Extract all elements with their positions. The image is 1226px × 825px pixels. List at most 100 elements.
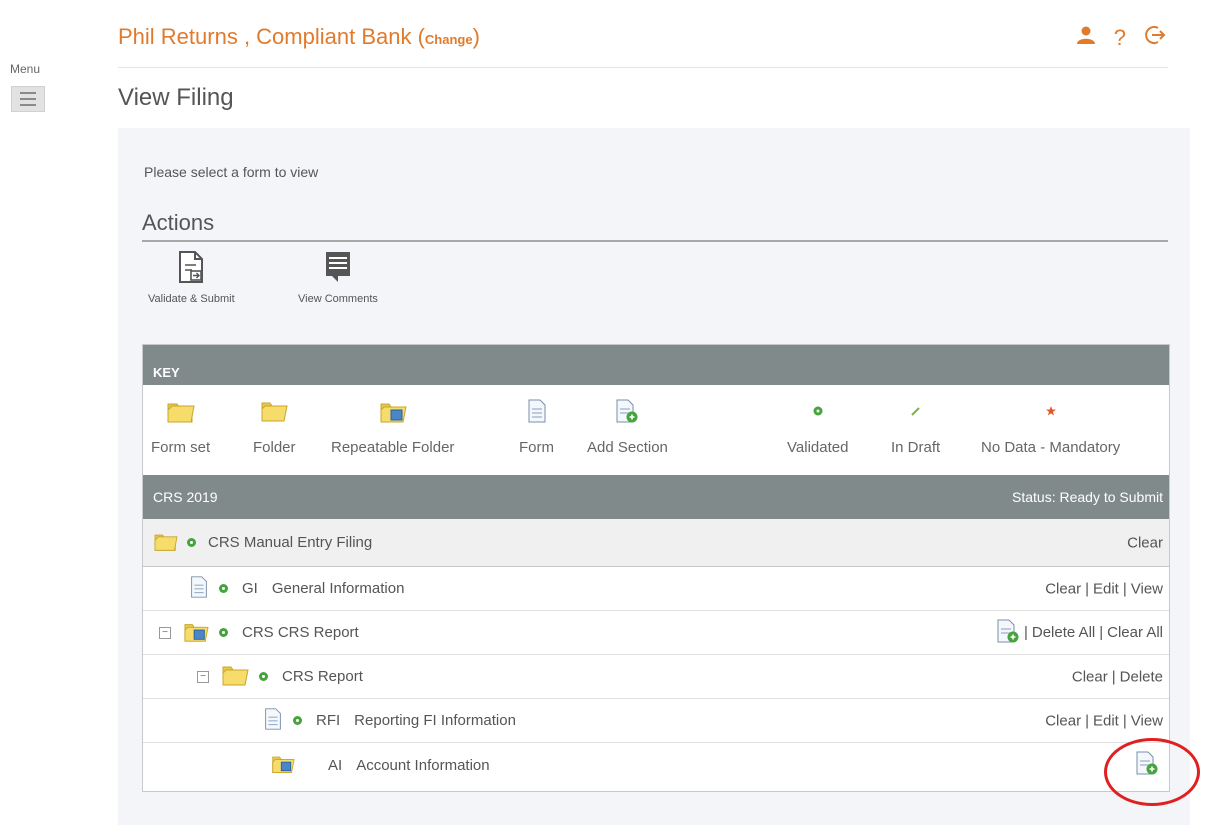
key-header: KEY <box>143 345 1169 385</box>
separator: | <box>1122 712 1127 729</box>
filing-status: Status: Ready to Submit <box>1012 489 1163 505</box>
validated-icon <box>187 538 196 547</box>
tree-row-label[interactable]: Account Information <box>356 757 489 774</box>
filing-section-bar: CRS 2019 Status: Ready to Submit <box>143 475 1169 519</box>
view-comments-button[interactable]: View Comments <box>298 250 378 305</box>
tree-row-label[interactable]: General Information <box>272 580 405 597</box>
validate-submit-icon <box>148 250 235 287</box>
key-table: KEY Form set Folder Repeatable Folder Fo… <box>142 344 1170 792</box>
change-link[interactable]: Change <box>425 32 473 47</box>
key-item-label: Repeatable Folder <box>331 439 455 456</box>
key-item-in-draft: In Draft <box>891 393 940 456</box>
key-item-label: In Draft <box>891 439 941 456</box>
repeatable-folder-icon <box>331 393 454 429</box>
user-bank-name: Phil Returns , Compliant Bank ( <box>118 24 425 49</box>
separator: | <box>1085 712 1089 729</box>
tree-row-form[interactable]: GI General Information Clear | Edit | Vi… <box>143 567 1169 611</box>
select-form-prompt: Please select a form to view <box>144 164 319 180</box>
clear-link[interactable]: Clear <box>1045 712 1081 729</box>
tree-row-label[interactable]: CRS Manual Entry Filing <box>208 534 372 551</box>
validated-icon <box>293 716 302 725</box>
tree-row-form[interactable]: RFI Reporting FI Information Clear | Edi… <box>143 699 1169 743</box>
separator: | <box>1099 624 1104 641</box>
form-set-icon <box>153 530 179 556</box>
view-link[interactable]: View <box>1131 580 1163 597</box>
form-icon <box>189 575 209 603</box>
title-suffix: ) <box>472 24 480 49</box>
no-data-mandatory-icon <box>981 393 1120 429</box>
page-header: Phil Returns , Compliant Bank (Change) ? <box>118 22 1168 68</box>
edit-link[interactable]: Edit <box>1093 580 1119 597</box>
user-icon[interactable] <box>1076 25 1096 50</box>
collapse-toggle[interactable]: − <box>159 626 171 639</box>
repeatable-folder-icon <box>271 751 295 779</box>
hamburger-menu-button[interactable] <box>11 86 45 112</box>
add-section-icon <box>587 393 668 429</box>
tree-row-label[interactable]: CRS Report <box>282 668 363 685</box>
form-code: GI <box>242 580 258 597</box>
key-item-label: Folder <box>253 439 296 456</box>
delete-all-link[interactable]: Delete All <box>1032 624 1095 641</box>
clear-link[interactable]: Clear <box>1072 668 1108 685</box>
validated-icon <box>259 672 268 681</box>
key-item-no-data-mandatory: No Data - Mandatory <box>981 393 1120 456</box>
tree-row-label[interactable]: CRS CRS Report <box>242 624 359 641</box>
tree-row-repeatable-folder[interactable]: AI Account Information <box>143 743 1169 787</box>
logout-icon[interactable] <box>1144 24 1166 51</box>
user-bank-title: Phil Returns , Compliant Bank (Change) <box>118 24 480 50</box>
delete-link[interactable]: Delete <box>1120 668 1163 685</box>
separator: | <box>1122 580 1127 597</box>
validate-submit-label: Validate & Submit <box>148 293 235 305</box>
in-draft-icon <box>891 393 940 429</box>
key-item-form: Form <box>519 393 554 456</box>
tree-row-repeatable-folder[interactable]: − CRS CRS Report | Delete All | Clear Al… <box>143 611 1169 655</box>
filing-name: CRS 2019 <box>153 489 218 505</box>
actions-heading: Actions <box>142 210 215 235</box>
view-link[interactable]: View <box>1131 712 1163 729</box>
repeatable-folder-icon <box>183 619 209 647</box>
view-comments-label: View Comments <box>298 293 378 305</box>
edit-link[interactable]: Edit <box>1093 712 1119 729</box>
form-code: RFI <box>316 712 341 729</box>
tree-row-folder[interactable]: − CRS Report Clear | Delete <box>143 655 1169 699</box>
validated-icon <box>219 584 228 593</box>
key-item-repeatable-folder: Repeatable Folder <box>331 393 454 456</box>
tree-row-label[interactable]: Reporting FI Information <box>354 712 516 729</box>
key-item-label: Form <box>519 439 554 456</box>
help-icon[interactable]: ? <box>1114 25 1126 50</box>
validated-icon <box>787 393 848 429</box>
tree-row-form-set[interactable]: CRS Manual Entry Filing Clear <box>143 519 1169 567</box>
key-item-label: Validated <box>787 439 849 456</box>
form-icon <box>263 707 283 735</box>
form-set-icon <box>151 393 210 429</box>
separator: | <box>1023 624 1028 641</box>
key-item-form-set: Form set <box>151 393 210 456</box>
key-item-validated: Validated <box>787 393 848 456</box>
form-code: AI <box>328 756 343 774</box>
key-item-folder: Folder <box>253 393 296 456</box>
add-section-icon[interactable] <box>996 618 1020 648</box>
key-item-label: No Data - Mandatory <box>981 439 1121 456</box>
filing-panel: Please select a form to view Actions Val… <box>118 128 1190 825</box>
separator: | <box>1085 580 1089 597</box>
separator: | <box>1111 668 1116 685</box>
validated-icon <box>219 628 228 637</box>
clear-all-link[interactable]: Clear All <box>1107 624 1163 641</box>
collapse-toggle[interactable]: − <box>197 670 209 683</box>
folder-icon <box>253 393 296 429</box>
key-item-add-section: Add Section <box>587 393 668 456</box>
actions-divider <box>142 240 1168 242</box>
page-title: View Filing <box>118 84 234 111</box>
validate-submit-button[interactable]: Validate & Submit <box>148 250 235 305</box>
key-legend: Form set Folder Repeatable Folder Form A… <box>143 385 1169 475</box>
clear-link[interactable]: Clear <box>1127 534 1163 551</box>
menu-label: Menu <box>10 62 41 76</box>
key-item-label: Add Section <box>587 439 668 456</box>
clear-link[interactable]: Clear <box>1045 580 1081 597</box>
menu: Menu <box>8 62 60 112</box>
comments-icon <box>298 250 378 287</box>
folder-icon <box>221 663 249 691</box>
key-item-label: Form set <box>151 439 211 456</box>
highlight-annotation <box>1104 738 1200 806</box>
form-icon <box>519 393 554 429</box>
